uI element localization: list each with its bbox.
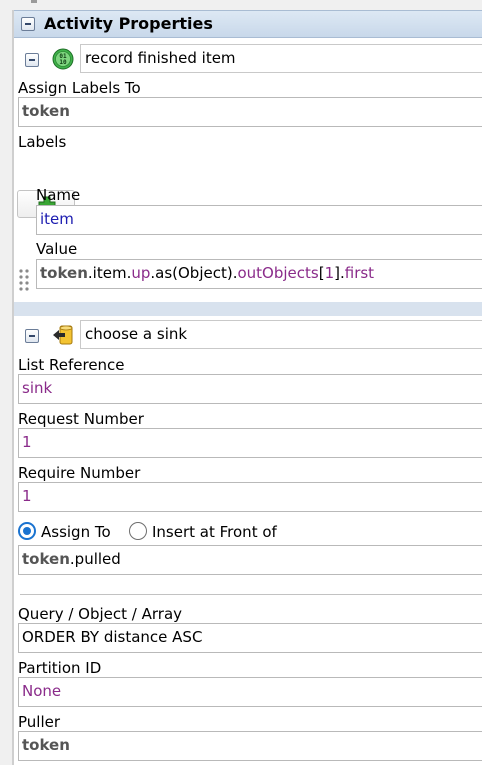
label-name-label: Name bbox=[36, 186, 81, 204]
top-strip bbox=[0, 0, 482, 10]
list-reference-label: List Reference bbox=[18, 356, 125, 374]
collapse-icon[interactable] bbox=[25, 53, 39, 67]
expr-method-up: up bbox=[131, 264, 151, 282]
pull-list-icon bbox=[53, 325, 73, 345]
panel-title: Activity Properties bbox=[44, 14, 213, 33]
label-name-field[interactable]: item bbox=[36, 205, 482, 235]
request-number-label: Request Number bbox=[18, 410, 144, 428]
puller-field[interactable]: token bbox=[18, 731, 482, 761]
insert-at-front-radio[interactable] bbox=[129, 522, 147, 540]
drag-grip-icon[interactable] bbox=[19, 269, 29, 291]
expr-property-outobjects: outObjects bbox=[237, 264, 319, 282]
assign-to-label[interactable]: Assign To bbox=[41, 523, 111, 541]
require-number-field[interactable]: 1 bbox=[18, 482, 482, 512]
expr-keyword-token: token bbox=[40, 264, 88, 282]
labels-label: Labels bbox=[18, 133, 67, 151]
insert-at-front-label[interactable]: Insert at Front of bbox=[152, 523, 277, 541]
assign-labels-to-label: Assign Labels To bbox=[18, 79, 141, 97]
request-number-field[interactable]: 1 bbox=[18, 428, 482, 458]
puller-label: Puller bbox=[18, 713, 61, 731]
activity-record-finished-item: 01 10 record finished item Assign Labels… bbox=[14, 38, 482, 302]
assign-to-radio[interactable] bbox=[18, 522, 36, 540]
section-divider bbox=[20, 594, 482, 595]
require-number-label: Require Number bbox=[18, 464, 141, 482]
expr-part: .item. bbox=[87, 264, 132, 282]
collapse-icon[interactable] bbox=[21, 17, 35, 31]
top-strip-mark bbox=[31, 0, 37, 3]
assign-to-field[interactable]: token.pulled bbox=[18, 545, 482, 575]
svg-text:10: 10 bbox=[59, 59, 67, 66]
list-reference-value: sink bbox=[22, 379, 53, 397]
activity-separator bbox=[14, 302, 482, 316]
activity-choose-a-sink: choose a sink List Reference sink Reques… bbox=[14, 316, 482, 765]
activity-row: choose a sink bbox=[14, 320, 482, 350]
expr-part: .as(Object). bbox=[150, 264, 238, 282]
list-reference-field[interactable]: sink bbox=[18, 374, 482, 404]
partition-id-field[interactable]: None bbox=[18, 677, 482, 707]
keyword-token: token bbox=[22, 102, 70, 120]
expr-part: ]. bbox=[334, 264, 345, 282]
activity-properties-header[interactable]: Activity Properties bbox=[14, 10, 482, 38]
label-value-label: Value bbox=[36, 240, 78, 258]
activity-name-field[interactable]: record finished item bbox=[80, 44, 482, 73]
collapse-icon[interactable] bbox=[25, 329, 39, 343]
query-label: Query / Object / Array bbox=[18, 605, 183, 623]
activity-name-field[interactable]: choose a sink bbox=[80, 320, 482, 349]
query-field[interactable]: ORDER BY distance ASC bbox=[18, 623, 482, 653]
keyword-token: token bbox=[22, 550, 70, 568]
label-name-value: item bbox=[40, 210, 74, 228]
expr-property-first: first bbox=[344, 264, 375, 282]
require-number-value: 1 bbox=[22, 487, 32, 505]
partition-id-label: Partition ID bbox=[18, 659, 102, 677]
assign-labels-to-field[interactable]: token bbox=[18, 97, 482, 127]
binary-badge-icon: 01 10 bbox=[52, 48, 74, 70]
partition-id-value: None bbox=[22, 682, 62, 700]
assign-to-rest: .pulled bbox=[69, 550, 121, 568]
request-number-value: 1 bbox=[22, 433, 32, 451]
query-value: ORDER BY distance ASC bbox=[22, 628, 203, 646]
expr-index: 1 bbox=[324, 264, 335, 282]
keyword-token: token bbox=[22, 736, 70, 754]
label-value-field[interactable]: token.item.up.as(Object).outObjects[1].f… bbox=[36, 259, 482, 289]
activity-row: 01 10 record finished item bbox=[14, 44, 482, 74]
